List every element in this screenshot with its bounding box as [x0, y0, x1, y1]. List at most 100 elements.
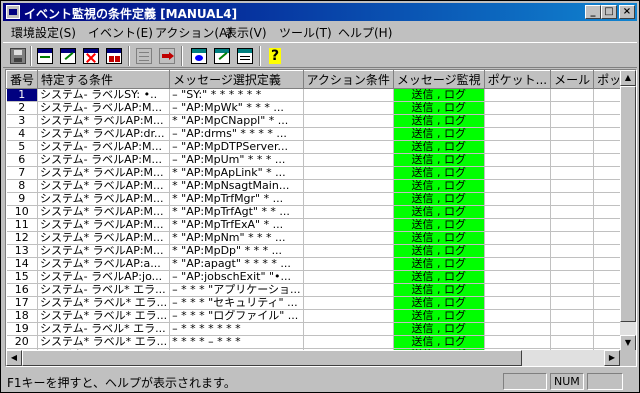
table-row[interactable]: 11 システム* ラベルAP:M... * "AP:MpTrfExA" * ... 送…: [6, 218, 636, 232]
table-cell[interactable]: [303, 192, 394, 206]
table-row[interactable]: 6 システム- ラベルAP:M... – "AP:MpUm" * * * ... 送信…: [6, 153, 636, 167]
table-cell[interactable]: – "AP:MpUm" * * * ...: [169, 153, 304, 167]
menu-view[interactable]: 表示(V): [225, 24, 267, 41]
table-cell[interactable]: 送信 , ログ: [393, 205, 485, 219]
app-icon[interactable]: [6, 5, 20, 19]
table-cell[interactable]: 20: [6, 335, 39, 349]
table-cell[interactable]: * "AP:MpApLink" * ...: [169, 166, 304, 180]
table-cell[interactable]: [484, 179, 552, 193]
table-cell[interactable]: [484, 166, 552, 180]
horizontal-scrollbar[interactable]: ◀ ▶: [6, 350, 620, 366]
table-cell[interactable]: [550, 127, 595, 141]
action-edit-button[interactable]: [212, 46, 232, 66]
edit-event-button[interactable]: [58, 46, 78, 66]
event-list-button[interactable]: [104, 46, 124, 66]
menu-action[interactable]: アクション(A): [155, 24, 232, 41]
table-cell[interactable]: システム* ラベルAP:dr...: [37, 127, 171, 141]
column-header-2[interactable]: メッセージ選択定義: [169, 70, 304, 89]
table-cell[interactable]: システム* ラベルAP:M...: [37, 192, 171, 206]
table-cell[interactable]: [550, 335, 595, 349]
table-row[interactable]: 8 システム* ラベルAP:M... * "AP:MpNsagtMain... 送信 …: [6, 179, 636, 193]
table-cell[interactable]: – "AP:jobschExit" "•...: [169, 270, 304, 284]
table-cell[interactable]: システム* ラベルAP:M...: [37, 179, 171, 193]
table-row[interactable]: 16 システム- ラベル* エラ... – * * * "アプリケーショ... 送信 …: [6, 283, 636, 297]
table-cell[interactable]: [550, 283, 595, 297]
table-row[interactable]: 20 システム* ラベル* エラ... * * * * – * * * 送信 , ログ: [6, 335, 636, 349]
horizontal-scroll-thumb[interactable]: [22, 350, 522, 366]
table-cell[interactable]: [550, 153, 595, 167]
table-cell[interactable]: [303, 140, 394, 154]
table-cell[interactable]: システム- ラベルAP:M...: [37, 140, 171, 154]
table-cell[interactable]: * "AP:apagt" * * * * ...: [169, 257, 304, 271]
table-cell[interactable]: 16: [6, 283, 39, 297]
action-list-button[interactable]: [235, 46, 255, 66]
table-cell[interactable]: 送信 , ログ: [393, 231, 485, 245]
table-row[interactable]: 17 システム* ラベル* エラ... – * * * "セキュリティ" ... 送信…: [6, 296, 636, 310]
table-cell[interactable]: [484, 114, 552, 128]
column-header-6[interactable]: メール: [550, 70, 595, 89]
close-button[interactable]: ×: [619, 5, 635, 19]
table-row[interactable]: 15 システム- ラベルAP:jo... – "AP:jobschExit" "•.…: [6, 270, 636, 284]
table-cell[interactable]: 5: [6, 140, 39, 154]
table-cell[interactable]: 10: [6, 205, 39, 219]
table-cell[interactable]: システム* ラベルAP:M...: [37, 166, 171, 180]
table-cell[interactable]: – "AP:MpWk" * * * ...: [169, 101, 304, 115]
table-cell[interactable]: システム* ラベルAP:M...: [37, 114, 171, 128]
table-cell[interactable]: [303, 205, 394, 219]
table-cell[interactable]: [550, 322, 595, 336]
table-cell[interactable]: システム* ラベルAP:a...: [37, 257, 171, 271]
table-cell[interactable]: 送信 , ログ: [393, 296, 485, 310]
table-cell[interactable]: [484, 257, 552, 271]
table-cell[interactable]: [484, 218, 552, 232]
table-cell[interactable]: [303, 335, 394, 349]
table-cell[interactable]: 8: [6, 179, 39, 193]
column-header-5[interactable]: ポケット...: [483, 70, 552, 89]
table-cell[interactable]: 送信 , ログ: [393, 153, 485, 167]
table-cell[interactable]: 送信 , ログ: [393, 218, 485, 232]
table-cell[interactable]: [303, 322, 394, 336]
table-cell[interactable]: 12: [6, 231, 39, 245]
table-cell[interactable]: システム* ラベルAP:M...: [37, 205, 171, 219]
table-cell[interactable]: [303, 153, 394, 167]
menu-tools[interactable]: ツール(T): [279, 24, 332, 41]
table-cell[interactable]: [550, 101, 595, 115]
table-cell[interactable]: 送信 , ログ: [393, 244, 485, 258]
column-header-1[interactable]: 特定する条件: [37, 70, 171, 89]
table-cell[interactable]: [484, 231, 552, 245]
table-cell[interactable]: 2: [6, 101, 39, 115]
table-cell[interactable]: 送信 , ログ: [393, 322, 485, 336]
scroll-up-button[interactable]: ▲: [620, 70, 636, 86]
table-cell[interactable]: 送信 , ログ: [393, 114, 485, 128]
menu-event[interactable]: イベント(E): [88, 24, 153, 41]
table-cell[interactable]: [484, 322, 552, 336]
minimize-button[interactable]: _: [585, 5, 601, 19]
table-cell[interactable]: [484, 127, 552, 141]
table-cell[interactable]: 11: [6, 218, 39, 232]
table-cell[interactable]: [484, 244, 552, 258]
table-cell[interactable]: [550, 179, 595, 193]
table-cell[interactable]: システム- ラベル* エラ...: [37, 322, 171, 336]
table-cell[interactable]: [550, 244, 595, 258]
table-cell[interactable]: [303, 179, 394, 193]
table-cell[interactable]: – * * * "ログファイル" ...: [169, 309, 304, 323]
scroll-down-button[interactable]: ▼: [620, 335, 636, 351]
table-cell[interactable]: [303, 257, 394, 271]
help-button[interactable]: ?: [265, 46, 285, 66]
delete-event-button[interactable]: [81, 46, 101, 66]
table-cell[interactable]: * "AP:MpNsagtMain...: [169, 179, 304, 193]
table-cell[interactable]: 送信 , ログ: [393, 140, 485, 154]
table-cell[interactable]: 15: [6, 270, 39, 284]
table-row[interactable]: 3 システム* ラベルAP:M... * "AP:MpCNappl" * ... 送信…: [6, 114, 636, 128]
table-cell[interactable]: – "AP:MpDTPServer...: [169, 140, 304, 154]
table-cell[interactable]: [550, 218, 595, 232]
table-cell[interactable]: [303, 218, 394, 232]
table-cell[interactable]: [550, 270, 595, 284]
table-cell[interactable]: [303, 88, 394, 102]
table-cell[interactable]: 19: [6, 322, 39, 336]
table-cell[interactable]: [550, 296, 595, 310]
table-cell[interactable]: 送信 , ログ: [393, 127, 485, 141]
table-cell[interactable]: 送信 , ログ: [393, 88, 485, 102]
table-cell[interactable]: 3: [6, 114, 39, 128]
table-cell[interactable]: システム* ラベル* エラ...: [37, 309, 171, 323]
table-cell[interactable]: [550, 140, 595, 154]
